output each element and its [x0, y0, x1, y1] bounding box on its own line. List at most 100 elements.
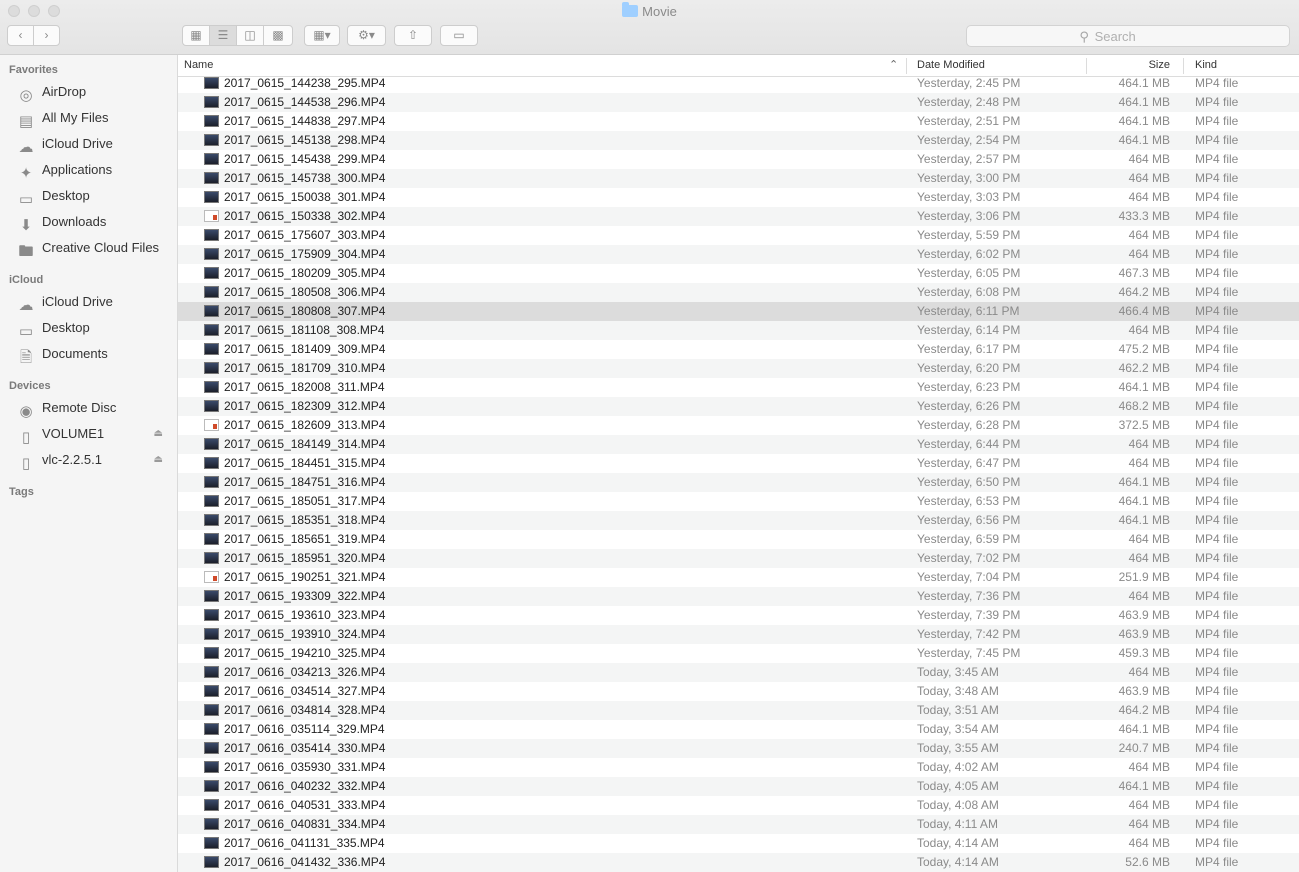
cover-flow-button[interactable]: ▩: [263, 25, 293, 46]
file-name: 2017_0616_040232_332.MP4: [224, 779, 386, 793]
table-row[interactable]: 2017_0615_185651_319.MP4 Yesterday, 6:59 …: [178, 530, 1299, 549]
table-row[interactable]: 2017_0615_181108_308.MP4 Yesterday, 6:14 …: [178, 321, 1299, 340]
table-row[interactable]: 2017_0616_034213_326.MP4 Today, 3:45 AM 46…: [178, 663, 1299, 682]
eject-icon[interactable]: ⏏: [154, 449, 163, 471]
video-thumbnail-icon: [204, 77, 219, 89]
column-divider[interactable]: [1183, 58, 1184, 74]
table-row[interactable]: 2017_0615_180508_306.MP4 Yesterday, 6:08 …: [178, 283, 1299, 302]
table-row[interactable]: 2017_0615_150038_301.MP4 Yesterday, 3:03 …: [178, 188, 1299, 207]
table-row[interactable]: 2017_0615_181709_310.MP4 Yesterday, 6:20 …: [178, 359, 1299, 378]
file-size: 464 MB: [1128, 247, 1170, 261]
sidebar-item-vlc[interactable]: ▯ vlc-2.2.5.1 ⏏: [17, 449, 173, 472]
column-divider[interactable]: [1086, 58, 1087, 74]
table-row[interactable]: 2017_0616_040831_334.MP4 Today, 4:11 AM 46…: [178, 815, 1299, 834]
video-thumbnail-icon: [204, 704, 219, 716]
table-row[interactable]: 2017_0615_185051_317.MP4 Yesterday, 6:53 …: [178, 492, 1299, 511]
table-row[interactable]: 2017_0616_034814_328.MP4 Today, 3:51 AM 46…: [178, 701, 1299, 720]
table-row[interactable]: 2017_0615_193610_323.MP4 Yesterday, 7:39 …: [178, 606, 1299, 625]
table-row[interactable]: 2017_0615_185951_320.MP4 Yesterday, 7:02 …: [178, 549, 1299, 568]
table-row[interactable]: 2017_0615_175607_303.MP4 Yesterday, 5:59 …: [178, 226, 1299, 245]
file-size: 464 MB: [1128, 171, 1170, 185]
table-row[interactable]: 2017_0616_034514_327.MP4 Today, 3:48 AM 46…: [178, 682, 1299, 701]
sidebar-item-creative-cloud-files[interactable]: 🖿 Creative Cloud Files: [17, 237, 173, 260]
sidebar-item-icloud-desktop[interactable]: ▭ Desktop: [17, 317, 173, 340]
table-row[interactable]: 2017_0615_185351_318.MP4 Yesterday, 6:56 …: [178, 511, 1299, 530]
table-row[interactable]: 2017_0615_182609_313.MP4 Yesterday, 6:28 …: [178, 416, 1299, 435]
sidebar-item-all-my-files[interactable]: ▤ All My Files: [17, 107, 173, 130]
column-date-modified[interactable]: Date Modified: [917, 59, 985, 71]
file-size: 464.1 MB: [1118, 779, 1170, 793]
table-row[interactable]: 2017_0616_040232_332.MP4 Today, 4:05 AM 46…: [178, 777, 1299, 796]
file-size: 464 MB: [1128, 152, 1170, 166]
table-row[interactable]: 2017_0616_035930_331.MP4 Today, 4:02 AM 46…: [178, 758, 1299, 777]
forward-button[interactable]: ›: [33, 25, 60, 46]
icon-view-button[interactable]: ▦: [182, 25, 210, 46]
column-view-button[interactable]: ◫: [236, 25, 264, 46]
file-name: 2017_0615_193309_322.MP4: [224, 589, 386, 603]
column-name[interactable]: Name: [184, 59, 213, 71]
table-row[interactable]: 2017_0615_193910_324.MP4 Yesterday, 7:42 …: [178, 625, 1299, 644]
table-row[interactable]: 2017_0616_040531_333.MP4 Today, 4:08 AM 46…: [178, 796, 1299, 815]
table-row[interactable]: 2017_0616_035114_329.MP4 Today, 3:54 AM 46…: [178, 720, 1299, 739]
table-row[interactable]: 2017_0615_144838_297.MP4 Yesterday, 2:51 …: [178, 112, 1299, 131]
file-date: Yesterday, 2:57 PM: [917, 152, 1021, 166]
column-size[interactable]: Size: [1149, 59, 1170, 71]
tag-button[interactable]: ▭: [440, 25, 478, 46]
table-row[interactable]: 2017_0615_145738_300.MP4 Yesterday, 3:00 …: [178, 169, 1299, 188]
table-row[interactable]: 2017_0615_145438_299.MP4 Yesterday, 2:57 …: [178, 150, 1299, 169]
share-button[interactable]: ⇧: [394, 25, 432, 46]
sidebar-item-label: AirDrop: [42, 84, 87, 99]
file-size: 464 MB: [1128, 228, 1170, 242]
table-row[interactable]: 2017_0615_175909_304.MP4 Yesterday, 6:02 …: [178, 245, 1299, 264]
table-row[interactable]: 2017_0615_194210_325.MP4 Yesterday, 7:45 …: [178, 644, 1299, 663]
eject-icon[interactable]: ⏏: [154, 423, 163, 445]
sidebar-item-airdrop[interactable]: ◎ AirDrop: [17, 81, 173, 104]
file-date: Today, 3:55 AM: [917, 741, 999, 755]
table-row[interactable]: 2017_0616_041131_335.MP4 Today, 4:14 AM 46…: [178, 834, 1299, 853]
file-name: 2017_0615_145438_299.MP4: [224, 152, 386, 166]
table-row[interactable]: 2017_0616_035414_330.MP4 Today, 3:55 AM 24…: [178, 739, 1299, 758]
table-row[interactable]: 2017_0615_184451_315.MP4 Yesterday, 6:47 …: [178, 454, 1299, 473]
table-row[interactable]: 2017_0615_190251_321.MP4 Yesterday, 7:04 …: [178, 568, 1299, 587]
video-thumbnail-icon: [204, 115, 219, 127]
arrange-icon: ▦▾: [313, 28, 331, 42]
file-date: Yesterday, 6:59 PM: [917, 532, 1021, 546]
sidebar-item-desktop[interactable]: ▭ Desktop: [17, 185, 173, 208]
table-row[interactable]: 2017_0615_193309_322.MP4 Yesterday, 7:36 …: [178, 587, 1299, 606]
file-name: 2017_0615_144238_295.MP4: [224, 76, 386, 90]
table-row[interactable]: 2017_0615_144238_295.MP4 Yesterday, 2:45 …: [178, 74, 1299, 93]
list-view-icon: ☰: [217, 28, 229, 42]
search-field[interactable]: ⚲: [966, 25, 1290, 48]
table-row[interactable]: 2017_0615_182309_312.MP4 Yesterday, 6:26 …: [178, 397, 1299, 416]
document-icon: [204, 571, 219, 583]
column-kind[interactable]: Kind: [1195, 59, 1217, 71]
file-size: 464.1 MB: [1118, 722, 1170, 736]
table-row[interactable]: 2017_0615_150338_302.MP4 Yesterday, 3:06 …: [178, 207, 1299, 226]
table-row[interactable]: 2017_0615_184149_314.MP4 Yesterday, 6:44 …: [178, 435, 1299, 454]
sidebar-item-icloud-drive-2[interactable]: ☁ iCloud Drive: [17, 291, 173, 314]
arrange-button[interactable]: ▦▾: [304, 25, 340, 46]
table-row[interactable]: 2017_0615_145138_298.MP4 Yesterday, 2:54 …: [178, 131, 1299, 150]
table-row[interactable]: 2017_0615_180808_307.MP4 Yesterday, 6:11 …: [178, 302, 1299, 321]
sidebar-item-downloads[interactable]: ⬇ Downloads: [17, 211, 173, 234]
sidebar-item-remote-disc[interactable]: ◉ Remote Disc: [17, 397, 173, 420]
sidebar-item-applications[interactable]: ✦ Applications: [17, 159, 173, 182]
column-divider[interactable]: [906, 58, 907, 74]
table-row[interactable]: 2017_0615_184751_316.MP4 Yesterday, 6:50 …: [178, 473, 1299, 492]
table-row[interactable]: 2017_0615_144538_296.MP4 Yesterday, 2:48 …: [178, 93, 1299, 112]
list-view-button[interactable]: ☰: [209, 25, 237, 46]
table-row[interactable]: 2017_0615_182008_311.MP4 Yesterday, 6:23 …: [178, 378, 1299, 397]
sidebar-item-volume1[interactable]: ▯ VOLUME1 ⏏: [17, 423, 173, 446]
sidebar-item-icloud-drive[interactable]: ☁ iCloud Drive: [17, 133, 173, 156]
back-button[interactable]: ‹: [7, 25, 34, 46]
search-input[interactable]: [1092, 26, 1177, 48]
file-name: 2017_0616_034814_328.MP4: [224, 703, 386, 717]
table-row[interactable]: 2017_0616_041432_336.MP4 Today, 4:14 AM 52…: [178, 853, 1299, 872]
sidebar-item-documents[interactable]: 🗎 Documents: [17, 343, 173, 366]
downloads-icon: ⬇: [19, 217, 33, 234]
file-date: Today, 4:14 AM: [917, 836, 999, 850]
folder-icon: 🖿: [18, 243, 34, 260]
table-row[interactable]: 2017_0615_180209_305.MP4 Yesterday, 6:05 …: [178, 264, 1299, 283]
action-button[interactable]: ⚙▾: [347, 25, 386, 46]
table-row[interactable]: 2017_0615_181409_309.MP4 Yesterday, 6:17 …: [178, 340, 1299, 359]
